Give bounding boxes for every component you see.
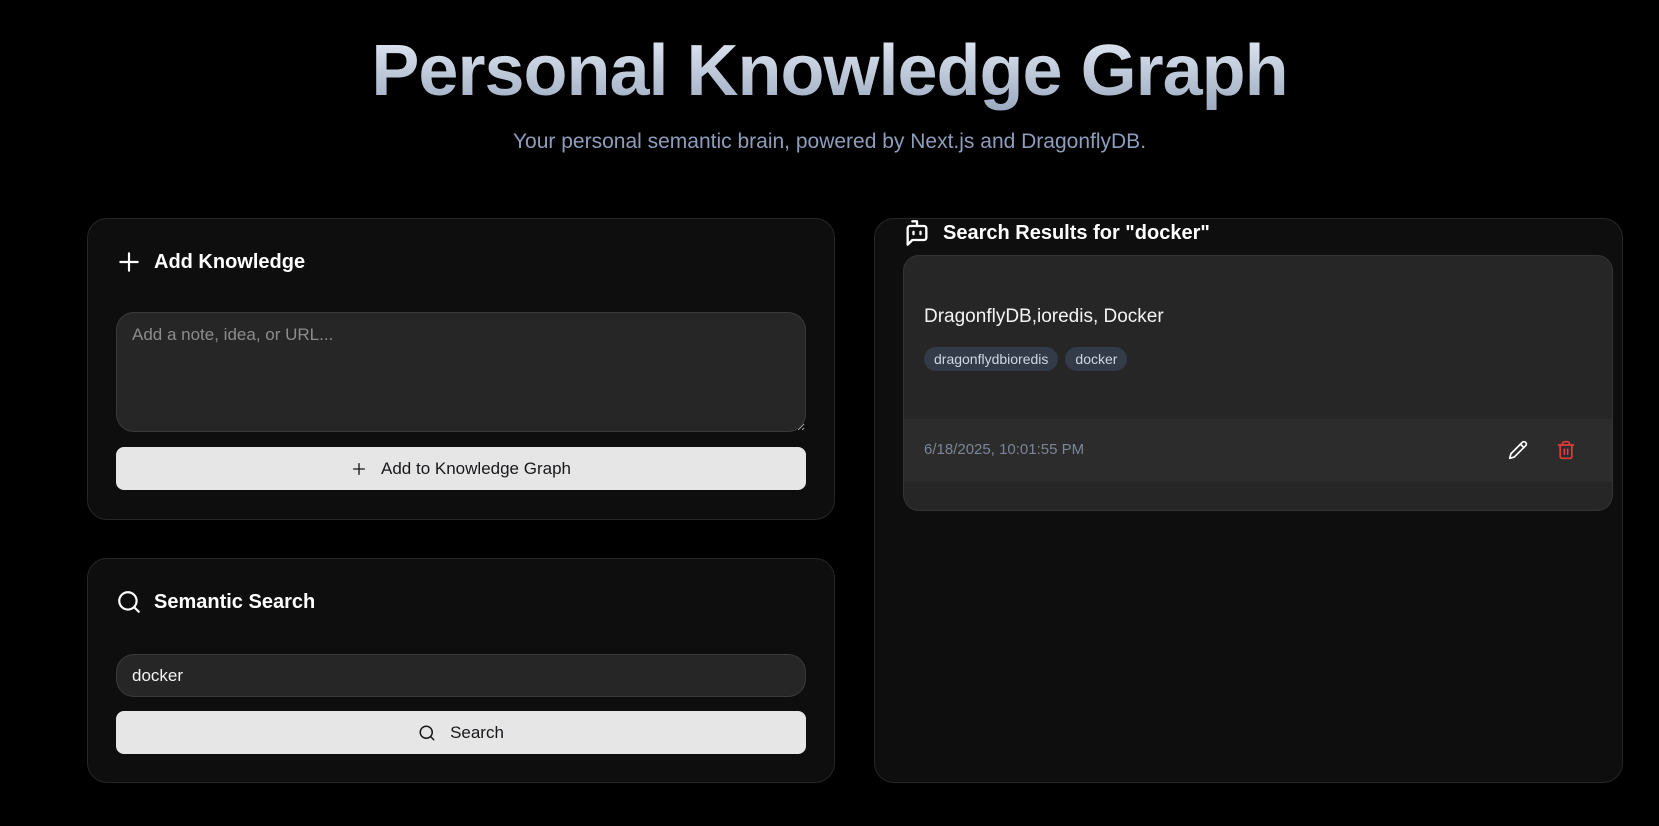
search-results-title: Search Results for "docker" — [943, 221, 1210, 244]
search-results-card: Search Results for "docker" DragonflyDB,… — [874, 218, 1623, 783]
tag-badge[interactable]: docker — [1065, 347, 1128, 371]
result-title: DragonflyDB,ioredis, Docker — [924, 306, 1164, 327]
page-title: Personal Knowledge Graph — [0, 30, 1659, 112]
add-knowledge-title: Add Knowledge — [154, 250, 306, 273]
note-input[interactable] — [116, 312, 806, 432]
semantic-search-header: Semantic Search — [116, 589, 315, 615]
search-button[interactable]: Search — [116, 711, 806, 754]
search-results-header: Search Results for "docker" — [903, 219, 1210, 247]
delete-icon[interactable] — [1554, 438, 1578, 462]
search-input[interactable] — [116, 654, 806, 697]
add-knowledge-header: Add Knowledge — [116, 249, 305, 275]
semantic-search-card: Semantic Search Search — [87, 558, 835, 783]
page-subtitle: Your personal semantic brain, powered by… — [512, 130, 1147, 153]
add-to-graph-label: Add to Knowledge Graph — [381, 458, 571, 478]
plus-icon — [351, 461, 367, 477]
plus-icon — [116, 249, 142, 275]
result-item: DragonflyDB,ioredis, Docker dragonflydbi… — [903, 255, 1613, 511]
tag-badge[interactable]: dragonflydbioredis — [924, 347, 1059, 371]
edit-icon[interactable] — [1506, 438, 1530, 462]
add-knowledge-card: Add Knowledge Add to Knowledge Graph — [87, 218, 835, 520]
app-page: Personal Knowledge Graph Your personal s… — [0, 0, 1659, 826]
semantic-search-title: Semantic Search — [154, 590, 316, 613]
search-icon — [418, 724, 436, 742]
search-button-label: Search — [450, 722, 504, 742]
search-icon — [116, 589, 142, 615]
result-footer: 6/18/2025, 10:01:55 PM — [904, 419, 1612, 481]
bot-message-icon — [903, 219, 931, 247]
result-timestamp: 6/18/2025, 10:01:55 PM — [924, 441, 1085, 458]
result-tags: dragonflydbioredis docker — [924, 347, 1128, 371]
add-to-graph-button[interactable]: Add to Knowledge Graph — [116, 447, 806, 490]
